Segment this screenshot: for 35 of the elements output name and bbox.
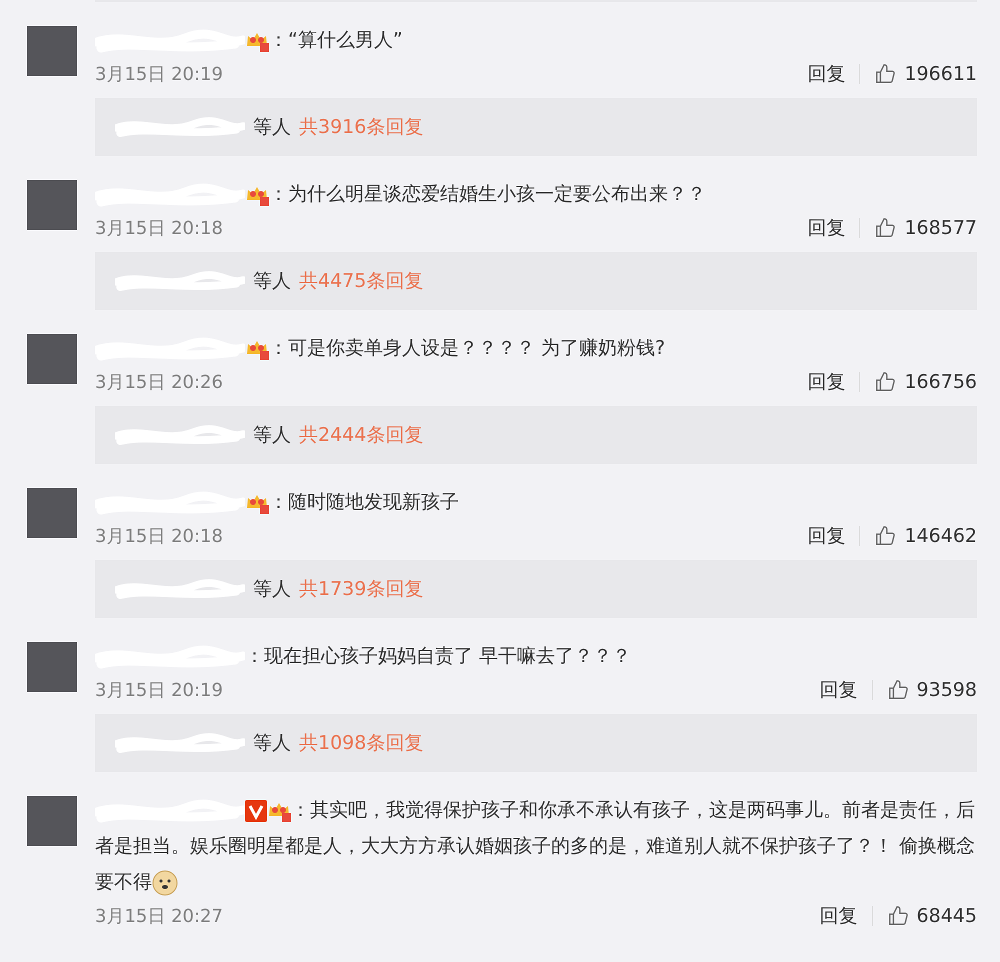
reply-link[interactable]: 回复 bbox=[820, 677, 858, 703]
like-count: 68445 bbox=[916, 905, 977, 927]
thumbs-up-icon[interactable] bbox=[886, 679, 909, 701]
comment-text: ：随时随地发现新孩子 bbox=[95, 484, 459, 520]
like-count: 146462 bbox=[904, 525, 977, 547]
like-count: 166756 bbox=[904, 371, 977, 393]
like-count: 168577 bbox=[904, 217, 977, 239]
comment-text: ：为什么明星谈恋爱结婚生小孩一定要公布出来？？ bbox=[95, 176, 706, 212]
reply-link[interactable]: 回复 bbox=[807, 369, 846, 395]
comment-text: ：“算什么男人” bbox=[95, 22, 403, 58]
comment-time: 3月15日 20:18 bbox=[95, 217, 224, 240]
like-count: 93598 bbox=[916, 679, 977, 701]
others-label: 等人 bbox=[253, 423, 291, 448]
thumbs-up-icon[interactable] bbox=[874, 217, 896, 239]
comment-text: ：现在担心孩子妈妈自责了 早干嘛去了？？？ bbox=[95, 638, 632, 674]
thumbs-up-icon[interactable] bbox=[874, 525, 896, 547]
reply-link[interactable]: 回复 bbox=[807, 61, 846, 87]
comment-time: 3月15日 20:18 bbox=[95, 525, 224, 548]
thumbs-up-icon[interactable] bbox=[874, 63, 896, 85]
reply-link[interactable]: 回复 bbox=[807, 523, 846, 549]
thumbs-up-icon[interactable] bbox=[874, 371, 896, 393]
reply-link[interactable]: 回复 bbox=[807, 215, 846, 241]
comment-time: 3月15日 20:26 bbox=[95, 371, 224, 394]
others-label: 等人 bbox=[253, 577, 291, 602]
comment-text: ：其实吧，我觉得保护孩子和你承不承认有孩子，这是两码事儿。前者是责任，后者是担当。娱乐圈明星都是人，大大方方承认婚姻孩子的多的是，难道别人就不保护孩子了？！ 偷换概念要不得 bbox=[95, 792, 977, 900]
comment-time: 3月15日 20:19 bbox=[95, 63, 224, 86]
comment-time: 3月15日 20:19 bbox=[95, 679, 224, 702]
others-label: 等人 bbox=[253, 269, 291, 294]
thumbs-up-icon[interactable] bbox=[886, 905, 909, 927]
others-label: 等人 bbox=[253, 115, 291, 140]
comment-time: 3月15日 20:27 bbox=[95, 905, 224, 928]
comment-text: ：可是你卖单身人设是？？？？ 为了赚奶粉钱? bbox=[95, 330, 666, 366]
like-count: 196611 bbox=[904, 63, 977, 85]
reply-link[interactable]: 回复 bbox=[820, 903, 858, 929]
others-label: 等人 bbox=[253, 731, 291, 756]
